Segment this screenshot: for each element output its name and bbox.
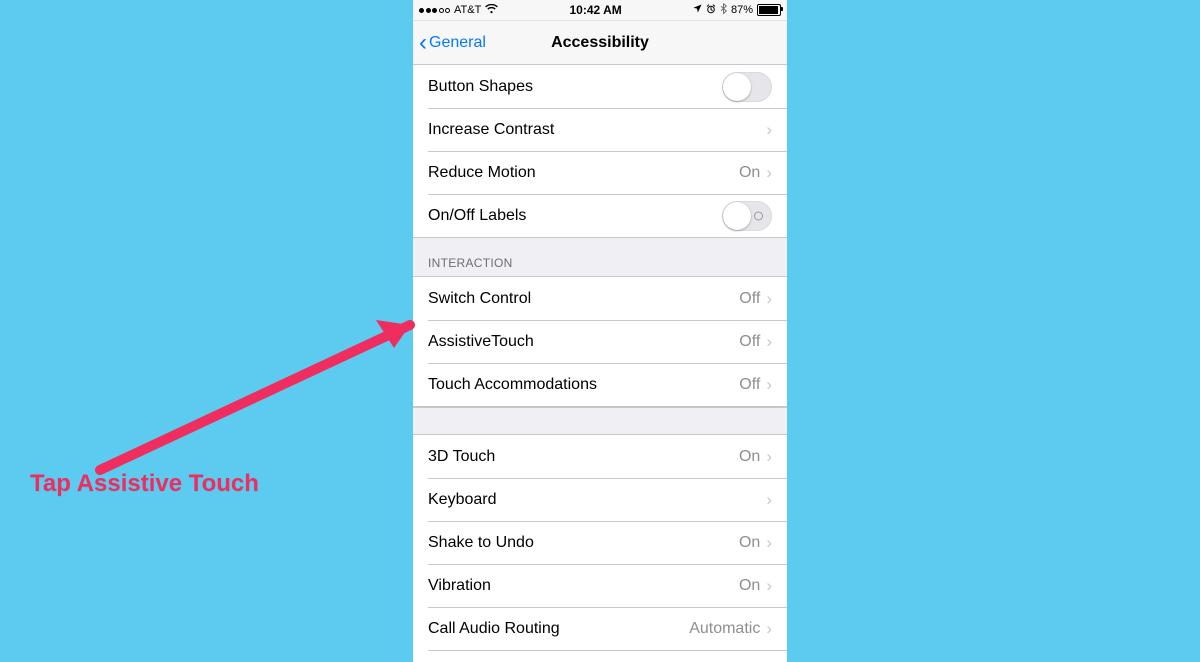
row-reduce-motion[interactable]: Reduce Motion On ›: [413, 151, 787, 194]
navigation-bar: ‹ General Accessibility: [413, 21, 787, 65]
chevron-right-icon: ›: [766, 163, 772, 183]
interaction-group: Switch Control Off › AssistiveTouch Off …: [413, 276, 787, 407]
signal-strength-icon: [419, 8, 450, 13]
row-value: On: [739, 448, 760, 466]
wifi-icon: [485, 4, 498, 17]
group-separator: [413, 407, 787, 435]
row-home-button[interactable]: Home Button Default ›: [413, 650, 787, 662]
chevron-right-icon: ›: [766, 332, 772, 352]
vision-group: Button Shapes Increase Contrast › Reduce…: [413, 65, 787, 238]
settings-scroll-content[interactable]: Button Shapes Increase Contrast › Reduce…: [413, 65, 787, 662]
row-label: Button Shapes: [428, 78, 722, 96]
battery-icon: [757, 4, 781, 16]
row-increase-contrast[interactable]: Increase Contrast ›: [413, 108, 787, 151]
row-label: Keyboard: [428, 491, 766, 509]
row-label: AssistiveTouch: [428, 333, 739, 351]
alarm-icon: [706, 4, 716, 17]
row-label: Increase Contrast: [428, 121, 766, 139]
row-onoff-labels[interactable]: On/Off Labels: [413, 194, 787, 237]
row-vibration[interactable]: Vibration On ›: [413, 564, 787, 607]
chevron-right-icon: ›: [766, 447, 772, 467]
row-value: On: [739, 534, 760, 552]
touch-group: 3D Touch On › Keyboard › Shake to Undo O…: [413, 435, 787, 662]
row-3d-touch[interactable]: 3D Touch On ›: [413, 435, 787, 478]
annotation-label: Tap Assistive Touch: [30, 470, 259, 498]
row-value: Automatic: [689, 620, 760, 638]
row-label: Vibration: [428, 577, 739, 595]
status-time: 10:42 AM: [570, 3, 622, 17]
row-label: Switch Control: [428, 290, 739, 308]
row-keyboard[interactable]: Keyboard ›: [413, 478, 787, 521]
back-label: General: [429, 34, 486, 52]
toggle-onoff-labels[interactable]: [722, 201, 772, 231]
bluetooth-icon: [720, 3, 727, 17]
row-value: Off: [739, 376, 760, 394]
row-label: On/Off Labels: [428, 207, 722, 225]
chevron-right-icon: ›: [766, 576, 772, 596]
chevron-right-icon: ›: [766, 619, 772, 639]
phone-frame: AT&T 10:42 AM 87% ‹ General Accessibilit: [413, 0, 787, 662]
chevron-left-icon: ‹: [419, 31, 427, 55]
row-label: Reduce Motion: [428, 164, 739, 182]
row-label: 3D Touch: [428, 448, 739, 466]
row-touch-accommodations[interactable]: Touch Accommodations Off ›: [413, 363, 787, 406]
battery-percentage: 87%: [731, 4, 753, 16]
row-shake-to-undo[interactable]: Shake to Undo On ›: [413, 521, 787, 564]
row-button-shapes[interactable]: Button Shapes: [413, 65, 787, 108]
row-call-audio-routing[interactable]: Call Audio Routing Automatic ›: [413, 607, 787, 650]
row-value: On: [739, 577, 760, 595]
annotation-arrow-icon: [80, 300, 430, 500]
chevron-right-icon: ›: [766, 289, 772, 309]
back-button[interactable]: ‹ General: [419, 21, 486, 64]
toggle-button-shapes[interactable]: [722, 72, 772, 102]
row-value: Off: [739, 290, 760, 308]
status-bar: AT&T 10:42 AM 87%: [413, 0, 787, 21]
row-value: On: [739, 164, 760, 182]
page-title: Accessibility: [551, 34, 649, 52]
row-label: Shake to Undo: [428, 534, 739, 552]
chevron-right-icon: ›: [766, 533, 772, 553]
location-icon: [693, 4, 702, 16]
carrier-label: AT&T: [454, 4, 481, 16]
row-value: Off: [739, 333, 760, 351]
row-assistivetouch[interactable]: AssistiveTouch Off ›: [413, 320, 787, 363]
chevron-right-icon: ›: [766, 120, 772, 140]
chevron-right-icon: ›: [766, 490, 772, 510]
row-label: Call Audio Routing: [428, 620, 689, 638]
section-header-interaction: Interaction: [413, 238, 787, 276]
row-switch-control[interactable]: Switch Control Off ›: [413, 277, 787, 320]
chevron-right-icon: ›: [766, 375, 772, 395]
row-label: Touch Accommodations: [428, 376, 739, 394]
